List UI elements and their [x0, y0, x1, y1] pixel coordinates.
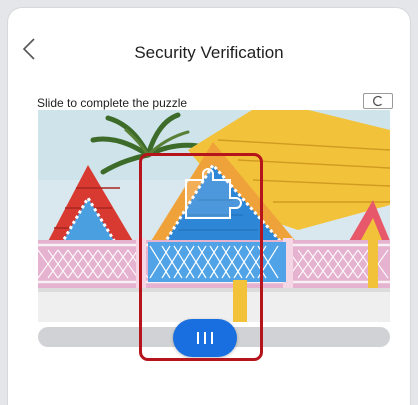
page-title: Security Verification: [134, 43, 284, 62]
verification-dialog: Security Verification Slide to complete …: [8, 8, 410, 405]
grip-icon: [197, 332, 213, 344]
slider-handle[interactable]: [173, 319, 237, 357]
refresh-icon: [373, 95, 382, 107]
refresh-button[interactable]: [363, 93, 393, 109]
instruction-text: Slide to complete the puzzle: [37, 96, 188, 110]
puzzle-image: [38, 110, 390, 322]
